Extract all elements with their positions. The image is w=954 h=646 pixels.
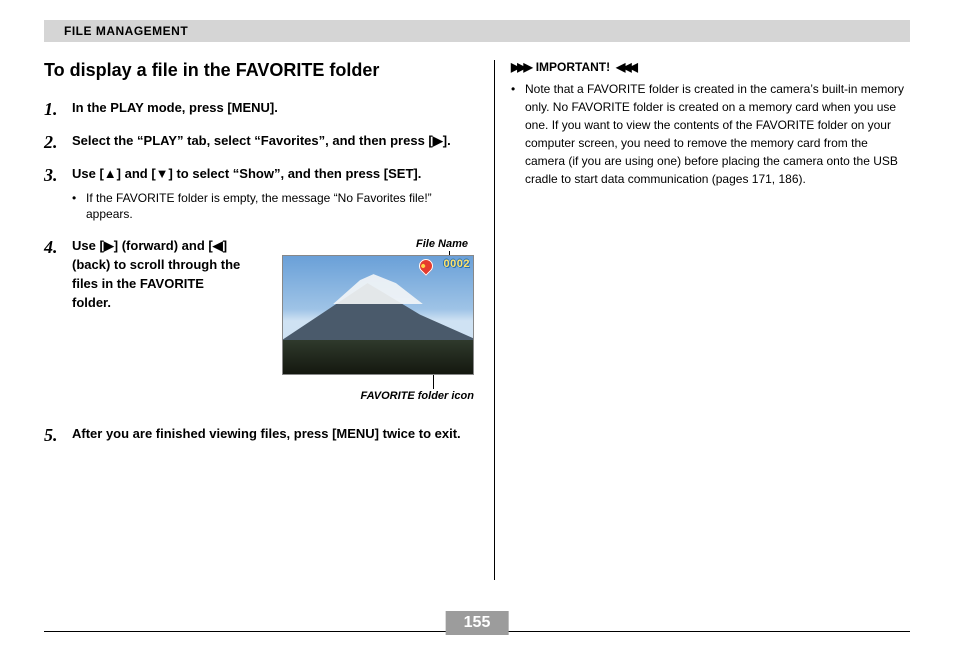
important-note: Note that a FAVORITE folder is created i… xyxy=(511,80,910,188)
step-5-text: After you are finished viewing files, pr… xyxy=(72,426,461,441)
step-4: Use [▶] (forward) and [◀] (back) to scro… xyxy=(44,237,474,405)
important-label: IMPORTANT! xyxy=(536,60,610,74)
left-column: To display a file in the FAVORITE folder… xyxy=(44,60,484,580)
important-heading: ▶▶▶ IMPORTANT! ◀◀◀ xyxy=(511,60,910,74)
page-title: To display a file in the FAVORITE folder xyxy=(44,60,474,81)
callout-line-bottom xyxy=(433,375,434,389)
step-4-figure: File Name 0002 FAVORITE f xyxy=(242,237,474,405)
file-name-label: File Name xyxy=(242,237,474,253)
page-footer: 155 xyxy=(44,631,910,632)
section-header: FILE MANAGEMENT xyxy=(44,20,910,42)
step-1: In the PLAY mode, press [MENU]. xyxy=(44,99,474,118)
step-1-text: In the PLAY mode, press [MENU]. xyxy=(72,100,278,115)
arrows-right-icon: ▶▶▶ xyxy=(511,60,530,74)
step-list: In the PLAY mode, press [MENU]. Select t… xyxy=(44,99,474,444)
column-divider xyxy=(494,60,495,580)
favorite-preview-image: 0002 xyxy=(282,255,474,375)
step-5: After you are finished viewing files, pr… xyxy=(44,425,474,444)
step-3-text: Use [▲] and [▼] to select “Show”, and th… xyxy=(72,166,421,181)
step-3: Use [▲] and [▼] to select “Show”, and th… xyxy=(44,165,474,223)
folder-icon-label: FAVORITE folder icon xyxy=(242,389,474,405)
file-number: 0002 xyxy=(444,257,470,273)
arrows-left-icon: ◀◀◀ xyxy=(616,60,635,74)
step-2: Select the “PLAY” tab, select “Favorites… xyxy=(44,132,474,151)
step-3-note: If the FAVORITE folder is empty, the mes… xyxy=(72,190,474,224)
page-number: 155 xyxy=(446,611,509,635)
right-column: ▶▶▶ IMPORTANT! ◀◀◀ Note that a FAVORITE … xyxy=(511,60,910,580)
step-4-text: Use [▶] (forward) and [◀] (back) to scro… xyxy=(72,237,242,312)
step-2-text: Select the “PLAY” tab, select “Favorites… xyxy=(72,133,451,148)
